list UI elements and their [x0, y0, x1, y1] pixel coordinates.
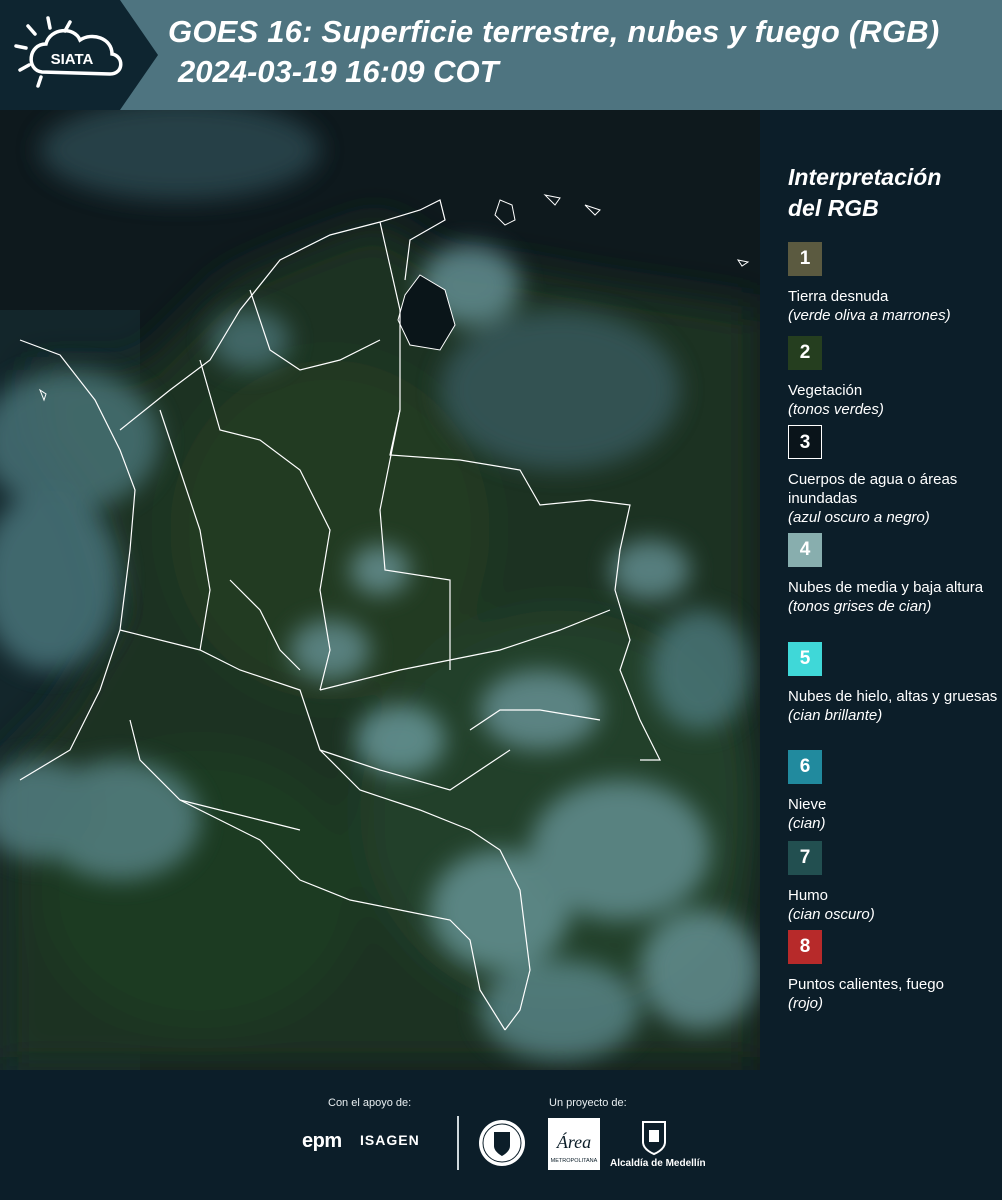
legend-swatch: 2	[788, 336, 822, 370]
alcaldia-label: Alcaldía de Medellín	[610, 1158, 706, 1169]
legend-desc: (tonos verdes)	[788, 401, 884, 418]
legend-swatch: 8	[788, 930, 822, 964]
alcaldia-shield-icon	[642, 1121, 666, 1156]
legend-item-bare-soil: 1 Tierra desnuda (verde oliva a marrones…	[788, 242, 998, 325]
footer-divider	[457, 1116, 459, 1170]
support-label: Con el apoyo de:	[328, 1097, 412, 1109]
legend-desc: (cian brillante)	[788, 707, 883, 724]
footer: Con el apoyo de: Un proyecto de: epm ISA…	[0, 1070, 1002, 1200]
project-label: Un proyecto de:	[549, 1097, 627, 1109]
svg-text:Área: Área	[556, 1131, 591, 1152]
legend-title: Interpretación del RGB	[788, 164, 942, 221]
legend-desc: (verde oliva a marrones)	[788, 307, 951, 324]
map-datetime: 2024-03-19 16:09 COT	[178, 54, 499, 89]
legend-item-fire: 8 Puntos calientes, fuego (rojo)	[788, 930, 998, 1013]
legend-label: Vegetación	[788, 382, 863, 399]
header: SIATA GOES 16: Superficie terrestre, nub…	[0, 0, 1002, 110]
legend-label: Nubes de media y baja altura	[788, 579, 984, 596]
epm-logo: epm	[302, 1130, 342, 1152]
legend-swatch: 5	[788, 642, 822, 676]
legend-desc: (rojo)	[788, 995, 824, 1012]
satellite-image	[0, 110, 760, 1070]
legend-swatch: 3	[788, 425, 822, 459]
legend-swatch: 1	[788, 242, 822, 276]
legend-item-snow: 6 Nieve (cian)	[788, 750, 998, 833]
legend-item-ice-clouds: 5 Nubes de hielo, altas y gruesas (cian …	[788, 642, 998, 725]
isagen-logo: ISAGEN	[360, 1132, 420, 1148]
legend-item-smoke: 7 Humo (cian oscuro)	[788, 841, 998, 924]
siata-logo: SIATA	[14, 16, 123, 88]
legend-item-vegetation: 2 Vegetación (tonos verdes)	[788, 336, 998, 419]
legend-desc: (azul oscuro a negro)	[788, 509, 930, 526]
legend-label: Cuerpos de agua o áreas inundadas	[788, 471, 958, 507]
satellite-map	[0, 110, 760, 1070]
rgb-legend: Interpretación del RGB 1 Tierra desnuda …	[760, 110, 1002, 1070]
medellin-seal-icon	[479, 1120, 525, 1166]
legend-desc: (tonos grises de cian)	[788, 598, 932, 615]
legend-label: Humo	[788, 887, 829, 904]
area-metropolitana-logo: Área METROPOLITANA	[548, 1118, 600, 1170]
legend-desc: (cian oscuro)	[788, 906, 875, 923]
legend-item-mid-low-clouds: 4 Nubes de media y baja altura (tonos gr…	[788, 533, 998, 616]
legend-desc: (cian)	[788, 815, 826, 832]
legend-label: Tierra desnuda	[788, 288, 889, 305]
legend-swatch: 4	[788, 533, 822, 567]
legend-label: Puntos calientes, fuego	[788, 976, 944, 993]
legend-label: Nieve	[788, 796, 827, 813]
legend-item-water: 3 Cuerpos de agua o áreas inundadas (azu…	[788, 425, 998, 527]
legend-swatch: 6	[788, 750, 822, 784]
svg-text:METROPOLITANA: METROPOLITANA	[551, 1158, 598, 1164]
svg-text:SIATA: SIATA	[51, 51, 94, 68]
map-title: GOES 16: Superficie terrestre, nubes y f…	[168, 14, 940, 49]
legend-swatch: 7	[788, 841, 822, 875]
legend-label: Nubes de hielo, altas y gruesas	[788, 688, 998, 705]
